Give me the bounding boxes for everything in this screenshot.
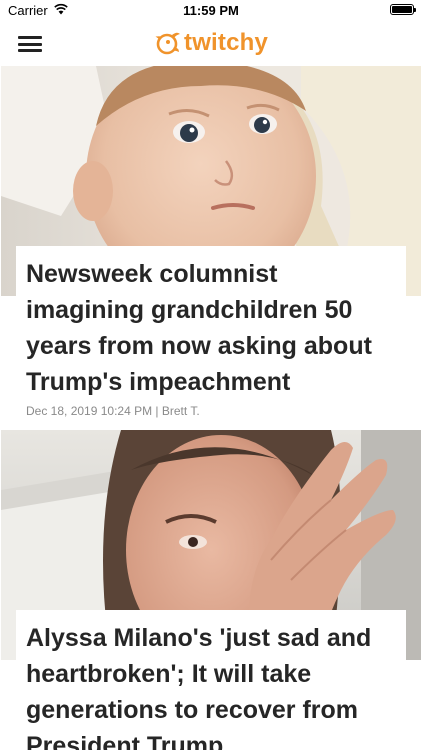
twitchy-logo[interactable]: twitchy [155, 28, 268, 58]
article-1-card[interactable]: Newsweek columnist imagining grandchildr… [16, 246, 406, 418]
twitchy-bird-icon [155, 32, 180, 55]
status-bar: Carrier 11:59 PM [0, 0, 422, 22]
article-1-meta: Dec 18, 2019 10:24 PM | Brett T. [26, 404, 200, 418]
article-2-card[interactable]: Alyssa Milano's 'just sad and heartbroke… [16, 610, 406, 750]
article-2-title[interactable]: Alyssa Milano's 'just sad and heartbroke… [26, 620, 396, 750]
battery-icon [390, 4, 416, 15]
logo-text: twitchy [184, 29, 269, 56]
status-time: 11:59 PM [183, 3, 239, 18]
hamburger-menu-icon[interactable] [18, 33, 44, 55]
nav-bar: twitchy [0, 22, 422, 66]
article-1-title[interactable]: Newsweek columnist imagining grandchildr… [26, 256, 396, 400]
app-screen: Carrier 11:59 PM twitchy Newsweek column… [0, 0, 422, 750]
